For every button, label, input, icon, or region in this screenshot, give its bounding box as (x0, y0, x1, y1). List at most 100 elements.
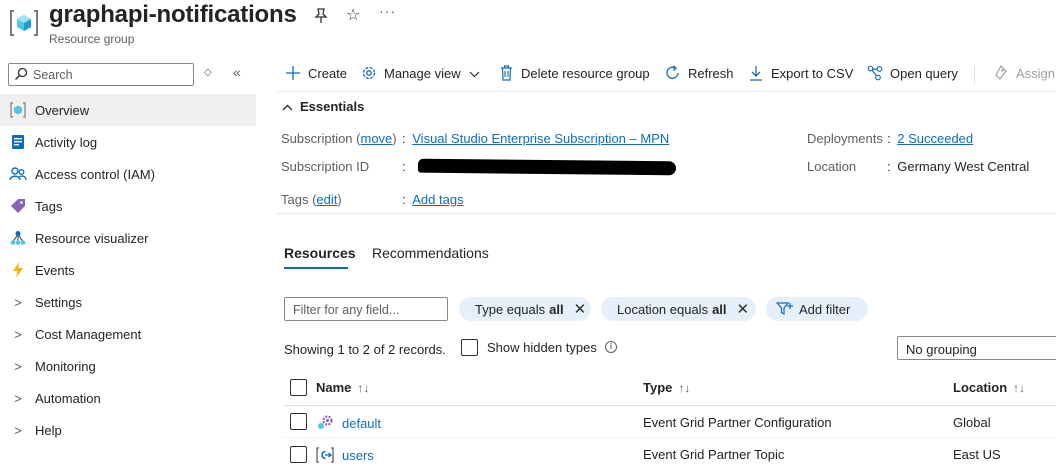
redacted-subscription-id (417, 158, 677, 176)
sidebar-item-settings[interactable]: > Settings (0, 286, 256, 318)
delete-label: Delete resource group (521, 65, 650, 81)
sidebar-item-label: Help (35, 422, 62, 438)
sidebar-item-label: Activity log (35, 134, 98, 150)
type-filter-value: all (549, 301, 564, 317)
location-filter-value: all (712, 301, 727, 317)
info-icon[interactable]: i (605, 341, 617, 353)
chevron-right-icon: > (14, 294, 22, 310)
sort-icon[interactable]: ◇ (204, 67, 212, 78)
essentials-toggle[interactable]: Essentials (282, 99, 364, 114)
refresh-icon (664, 64, 682, 82)
create-label: Create (308, 65, 348, 81)
column-header-type-label: Type (643, 380, 673, 395)
sidebar-item-label: Cost Management (35, 326, 142, 342)
sidebar-item-label: Monitoring (35, 358, 96, 374)
manage-view-button[interactable]: Manage view (360, 64, 480, 82)
essentials-title: Essentials (300, 99, 365, 114)
filter-placeholder: Filter for any field... (293, 303, 400, 317)
sidebar-item-activity-log[interactable]: Activity log (0, 126, 256, 158)
partner-config-icon (318, 415, 333, 429)
sidebar-item-help[interactable]: > Help (0, 414, 256, 446)
tags-edit-link[interactable]: edit (316, 192, 337, 207)
sidebar-item-automation[interactable]: > Automation (0, 382, 256, 414)
filter-input[interactable]: Filter for any field... (284, 297, 448, 321)
tags-value-row: : Add tags (402, 192, 464, 207)
activity-log-icon (9, 133, 27, 151)
sidebar-item-events[interactable]: Events (0, 254, 256, 286)
select-all-checkbox[interactable] (290, 379, 307, 396)
add-tags-link[interactable]: Add tags (412, 192, 463, 207)
subscription-id-label: Subscription ID (281, 159, 370, 174)
sort-arrows-icon: ↑↓ (1013, 381, 1026, 395)
show-hidden-types-checkbox[interactable] (461, 339, 478, 356)
sidebar-item-label: Overview (35, 102, 90, 118)
sidebar-item-label: Access control (IAM) (35, 166, 155, 182)
resource-group-icon (9, 101, 27, 119)
trash-icon (497, 64, 515, 82)
add-filter-button[interactable]: Add filter (766, 297, 869, 321)
page-subtitle: Resource group (49, 32, 135, 46)
resource-location: East US (953, 447, 1001, 462)
export-csv-button[interactable]: Export to CSV (747, 64, 853, 82)
sidebar-item-label: Resource visualizer (35, 230, 149, 246)
location-value-row: : Germany West Central (887, 159, 1030, 174)
chevron-right-icon: > (14, 422, 22, 438)
sidebar-item-label: Settings (35, 294, 82, 310)
subscription-link[interactable]: Visual Studio Enterprise Subscription – … (412, 131, 669, 146)
tab-recommendations[interactable]: Recommendations (372, 245, 489, 261)
chevron-up-icon (282, 100, 293, 114)
search-icon (15, 67, 28, 80)
show-hidden-types-label: Show hidden types (487, 340, 597, 355)
sidebar-search-input[interactable]: Search (8, 63, 194, 86)
subscription-label-text: Subscription (281, 131, 353, 146)
deployments-link[interactable]: 2 Succeeded (897, 131, 973, 146)
sidebar-item-cost-management[interactable]: > Cost Management (0, 318, 256, 350)
tag-icon (9, 197, 27, 215)
refresh-button[interactable]: Refresh (664, 64, 734, 82)
column-header-location[interactable]: Location ↑↓ (953, 380, 1025, 395)
sidebar-item-iam[interactable]: Access control (IAM) (0, 158, 256, 190)
tag-assign-icon (992, 64, 1010, 82)
resource-link-users[interactable]: users (342, 448, 374, 463)
type-filter-label: Type equals (475, 301, 546, 317)
table-header-divider (284, 405, 1056, 406)
column-header-type[interactable]: Type ↑↓ (643, 380, 690, 395)
resource-link-default[interactable]: default (342, 416, 381, 431)
subscription-label: Subscription (move) (281, 131, 397, 146)
row-checkbox[interactable] (290, 413, 307, 430)
subscription-move-link[interactable]: move (361, 131, 393, 146)
search-placeholder: Search (33, 68, 73, 82)
assign-button[interactable]: Assign (992, 64, 1055, 82)
export-label: Export to CSV (771, 65, 854, 81)
sidebar-item-overview[interactable]: Overview (0, 94, 256, 126)
add-filter-label: Add filter (799, 301, 851, 317)
deployments-value-row: : 2 Succeeded (887, 131, 974, 146)
sort-arrows-icon: ↑↓ (357, 381, 370, 395)
sidebar-item-monitoring[interactable]: > Monitoring (0, 350, 256, 382)
column-header-name[interactable]: Name ↑↓ (316, 380, 369, 395)
open-query-button[interactable]: Open query (866, 64, 958, 82)
collapse-sidebar-icon[interactable]: « (233, 64, 241, 80)
close-icon[interactable]: ✕ (574, 300, 587, 318)
more-options-icon[interactable]: ··· (379, 3, 396, 19)
column-header-location-label: Location (953, 380, 1008, 395)
tags-label: Tags (edit) (281, 192, 342, 207)
type-filter-pill[interactable]: Type equals all ✕ (459, 297, 591, 321)
create-button[interactable]: Create (284, 64, 347, 82)
manage-view-label: Manage view (384, 65, 461, 81)
favorite-star-icon[interactable]: ☆ (346, 5, 360, 25)
row-checkbox[interactable] (290, 446, 307, 463)
page-header: graphapi-notifications Resource group ☆ … (0, 0, 1056, 52)
close-icon[interactable]: ✕ (737, 300, 750, 318)
sidebar-item-tags[interactable]: Tags (0, 190, 256, 222)
tab-resources[interactable]: Resources (284, 245, 356, 261)
location-filter-pill[interactable]: Location equals all ✕ (601, 297, 756, 321)
pin-icon[interactable] (314, 8, 328, 24)
chevron-right-icon: > (14, 326, 22, 342)
grouping-dropdown[interactable]: No grouping (897, 336, 1056, 360)
sidebar-item-resource-visualizer[interactable]: Resource visualizer (0, 222, 256, 254)
chevron-down-icon (469, 66, 480, 81)
delete-resource-group-button[interactable]: Delete resource group (497, 64, 650, 82)
row-divider (284, 437, 1056, 438)
download-icon (747, 64, 765, 82)
